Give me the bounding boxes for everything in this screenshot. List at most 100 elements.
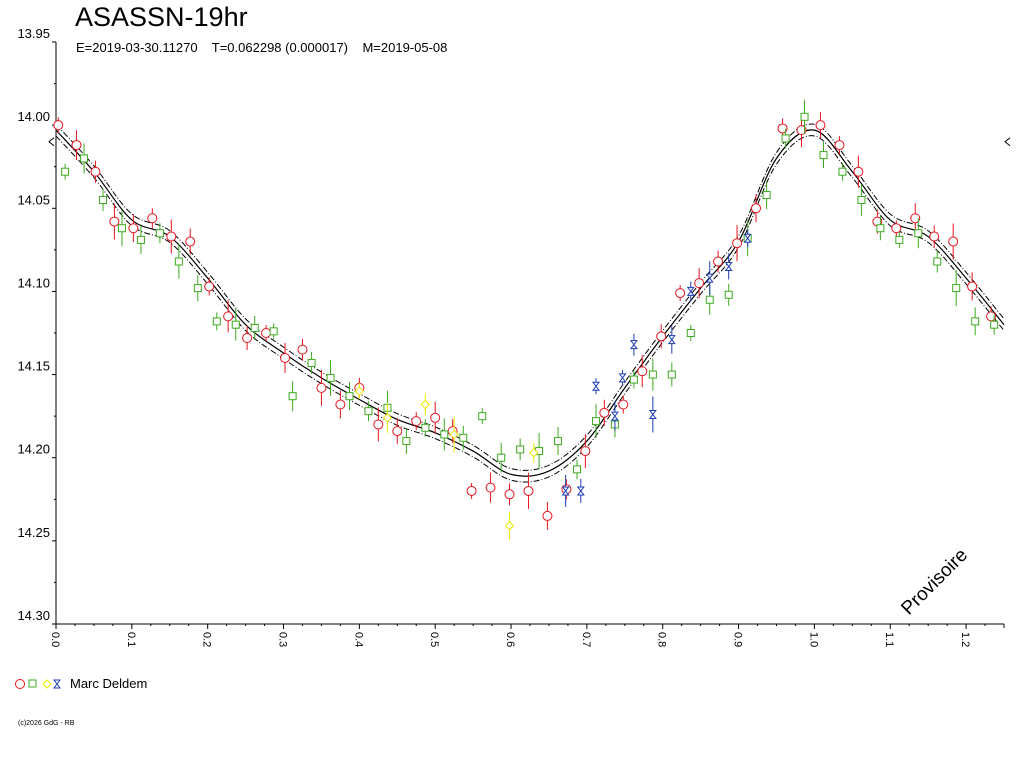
- y-tick-label: 14.05: [17, 192, 50, 207]
- data-point-red: [713, 256, 724, 267]
- data-point-green: [345, 392, 354, 401]
- data-point-red: [485, 482, 496, 493]
- data-point-red: [523, 485, 534, 496]
- data-point-green: [155, 229, 164, 238]
- data-point-blue: [576, 486, 585, 496]
- data-point-green: [326, 373, 335, 382]
- data-point-green: [990, 320, 999, 329]
- legend-observer: Marc Deldem: [70, 676, 148, 691]
- data-point-red: [223, 311, 234, 322]
- data-point-green: [933, 257, 942, 266]
- data-point-green: [705, 295, 714, 304]
- data-point-red: [128, 223, 139, 234]
- data-point-red: [599, 407, 610, 418]
- data-point-blue: [610, 411, 619, 421]
- y-tick-label: 13.95: [17, 26, 50, 41]
- data-point-red: [694, 278, 705, 289]
- data-point-green: [724, 290, 733, 299]
- data-point-green: [914, 229, 923, 238]
- data-point-red: [542, 510, 553, 521]
- x-tick-label: 0.7: [580, 632, 592, 647]
- x-tick-label: 1.1: [883, 632, 895, 647]
- data-point-blue: [705, 273, 714, 283]
- x-tick-label: 0.4: [352, 632, 364, 647]
- data-point-red: [430, 412, 441, 423]
- data-point-red: [147, 213, 158, 224]
- data-point-red: [675, 288, 686, 299]
- data-point-green: [231, 320, 240, 329]
- data-point-green: [307, 358, 316, 367]
- data-point-green: [648, 370, 657, 379]
- data-point-green: [421, 423, 430, 432]
- copyright: (c)2026 GdG - RB: [18, 720, 75, 727]
- data-point-red: [637, 366, 648, 377]
- data-point-red: [109, 216, 120, 227]
- y-tick-label: 14.10: [17, 275, 50, 290]
- data-point-red: [751, 203, 762, 214]
- fitted-curve: [55, 129, 1005, 477]
- data-point-green: [193, 284, 202, 293]
- data-point-red: [929, 231, 940, 242]
- x-tick-label: 0.5: [428, 632, 440, 647]
- data-point-green: [212, 317, 221, 326]
- data-point-green: [516, 445, 525, 454]
- data-point-green: [478, 412, 487, 421]
- x-tick-label: 0.9: [732, 632, 744, 647]
- data-point-red: [316, 382, 327, 393]
- legend: Marc Deldem: [14, 676, 147, 691]
- data-point-green: [629, 375, 638, 384]
- data-point-blue: [629, 340, 638, 350]
- data-point-green: [838, 167, 847, 176]
- data-point-green: [667, 370, 676, 379]
- data-point-yellow: [420, 399, 431, 410]
- data-point-green: [174, 257, 183, 266]
- data-point-red: [815, 120, 826, 131]
- data-point-green: [364, 407, 373, 416]
- data-point-green: [819, 151, 828, 160]
- y-tick-label: 14.00: [17, 109, 50, 124]
- data-point-green: [781, 134, 790, 143]
- data-point-red: [618, 399, 629, 410]
- x-tick-label: 1.2: [959, 632, 971, 647]
- x-tick-label: 1.0: [807, 632, 819, 647]
- data-point-yellow: [382, 413, 393, 423]
- x-tick-label: 0.2: [201, 632, 213, 647]
- x-tick-label: 0.1: [125, 632, 137, 647]
- data-point-green: [80, 154, 89, 163]
- data-point-red: [853, 166, 864, 177]
- data-point-blue: [591, 381, 600, 391]
- data-point-red: [261, 328, 272, 338]
- legend-markers: [15, 678, 61, 689]
- data-point-green: [876, 224, 885, 233]
- data-point-red: [373, 419, 384, 430]
- data-point-green: [591, 417, 600, 426]
- data-point-red: [53, 120, 64, 131]
- data-point-red: [185, 236, 196, 247]
- data-point-green: [971, 317, 980, 326]
- data-point-red: [392, 426, 403, 437]
- data-point-red: [297, 344, 308, 355]
- data-point-green: [269, 327, 278, 336]
- data-point-green: [250, 324, 259, 333]
- data-point-green: [99, 195, 108, 204]
- data-point-red: [335, 399, 346, 410]
- data-point-green: [136, 235, 145, 244]
- data-point-green: [117, 224, 126, 233]
- data-point-green: [895, 235, 904, 244]
- x-tick-label: 0.3: [277, 632, 289, 647]
- y-tick-label: 14.15: [17, 359, 50, 374]
- data-point-red: [732, 238, 743, 249]
- data-point-green: [440, 430, 449, 439]
- y-tick-label: 14.30: [17, 608, 50, 623]
- data-point-red: [90, 166, 101, 177]
- data-point-green: [497, 453, 506, 462]
- data-point-red: [948, 236, 959, 247]
- data-point-red: [466, 485, 477, 496]
- mean-marker-left: [48, 137, 55, 147]
- data-point-red: [411, 416, 422, 427]
- data-point-green: [402, 437, 411, 446]
- data-point-red: [656, 331, 667, 342]
- chart-title: ASASSN-19hr: [75, 2, 248, 32]
- ephemeris-subtitle: E=2019-03-30.11270 T=0.062298 (0.000017)…: [76, 40, 448, 55]
- data-point-green: [686, 329, 695, 337]
